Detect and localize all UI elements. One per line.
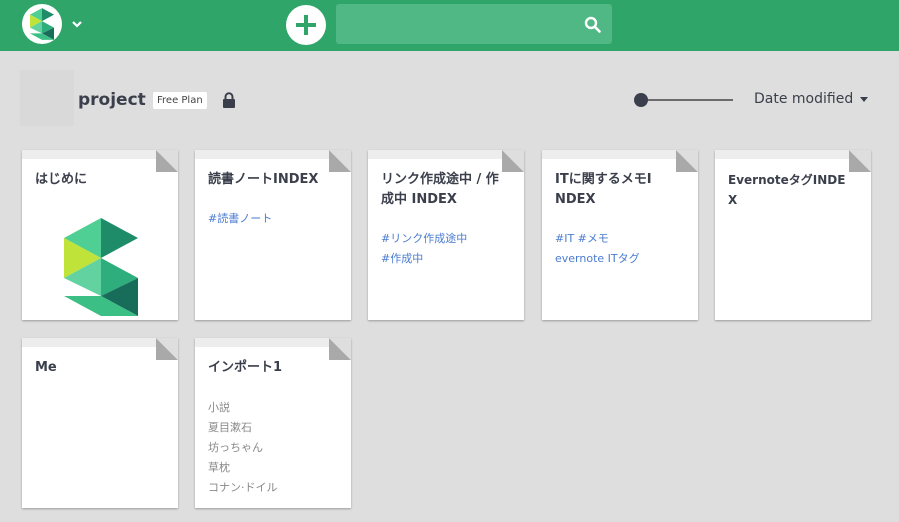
plus-icon xyxy=(296,15,316,35)
hashtag-link[interactable]: #作成中 xyxy=(381,249,467,269)
card-stripe xyxy=(195,150,351,159)
top-bar xyxy=(0,0,899,51)
card-title: ITに関するメモINDEX xyxy=(555,172,652,207)
search-box xyxy=(336,4,612,44)
page-card[interactable]: EvernoteタグINDEX xyxy=(715,150,871,320)
card-title: インポート1 xyxy=(208,360,283,375)
lock-icon xyxy=(223,92,235,108)
card-stripe xyxy=(368,150,524,159)
search-input[interactable] xyxy=(336,4,590,44)
card-links: #リンク作成途中 #作成中 xyxy=(381,229,467,269)
app-logo-button[interactable] xyxy=(22,4,62,44)
new-page-button[interactable] xyxy=(286,5,326,45)
card-title: EvernoteタグINDEX xyxy=(728,173,846,207)
card-links: #読書ノート xyxy=(208,209,272,229)
text-line: 坊っちゃん xyxy=(208,441,263,454)
text-line: 夏目漱石 xyxy=(208,421,252,434)
card-stripe xyxy=(22,150,178,159)
project-title[interactable]: project xyxy=(78,90,146,110)
page-corner-icon xyxy=(329,150,351,172)
card-links: #IT #メモ evernote ITタグ xyxy=(555,229,640,269)
page-corner-icon xyxy=(676,150,698,172)
page-corner-icon xyxy=(156,150,178,172)
card-stripe xyxy=(195,338,351,347)
scrapbox-logo-image xyxy=(64,218,138,316)
card-title: はじめに xyxy=(35,172,88,187)
page-link[interactable]: evernote ITタグ xyxy=(555,249,640,269)
page-corner-icon xyxy=(156,338,178,360)
hashtag-link[interactable]: #読書ノート xyxy=(208,209,272,229)
card-text: 小説 夏目漱石 坊っちゃん 草枕 コナン·ドイル xyxy=(208,398,278,498)
card-size-slider[interactable] xyxy=(634,92,734,108)
caret-down-icon xyxy=(860,96,869,102)
page-card[interactable]: リンク作成途中 / 作成中 INDEX #リンク作成途中 #作成中 xyxy=(368,150,524,320)
card-stripe xyxy=(542,150,698,159)
page-card[interactable]: ITに関するメモINDEX #IT #メモ evernote ITタグ xyxy=(542,150,698,320)
chevron-down-icon[interactable] xyxy=(70,17,84,31)
sort-dropdown[interactable]: Date modified xyxy=(754,91,869,107)
search-icon[interactable] xyxy=(584,16,601,33)
card-title: リンク作成途中 / 作成中 INDEX xyxy=(381,172,499,207)
slider-handle[interactable] xyxy=(634,93,648,107)
text-line: 小説 xyxy=(208,401,230,414)
hashtag-link[interactable]: #リンク作成途中 xyxy=(381,229,467,249)
page-card[interactable]: Me xyxy=(22,338,178,508)
scrapbox-logo-icon xyxy=(30,8,54,40)
page-corner-icon xyxy=(502,150,524,172)
plan-badge: Free Plan xyxy=(153,92,207,109)
page-card[interactable]: はじめに xyxy=(22,150,178,320)
page-card[interactable]: 読書ノートINDEX #読書ノート xyxy=(195,150,351,320)
card-title: 読書ノートINDEX xyxy=(208,172,319,187)
text-line: コナン·ドイル xyxy=(208,481,278,494)
project-icon[interactable] xyxy=(20,70,74,126)
page-corner-icon xyxy=(849,150,871,172)
hashtag-link[interactable]: #IT #メモ xyxy=(555,229,640,249)
text-line: 草枕 xyxy=(208,461,230,474)
page-card[interactable]: インポート1 小説 夏目漱石 坊っちゃん 草枕 コナン·ドイル xyxy=(195,338,351,508)
card-title: Me xyxy=(35,360,57,375)
card-stripe xyxy=(715,150,871,159)
sort-label: Date modified xyxy=(754,91,854,107)
page-corner-icon xyxy=(329,338,351,360)
card-stripe xyxy=(22,338,178,347)
slider-track xyxy=(640,99,733,101)
